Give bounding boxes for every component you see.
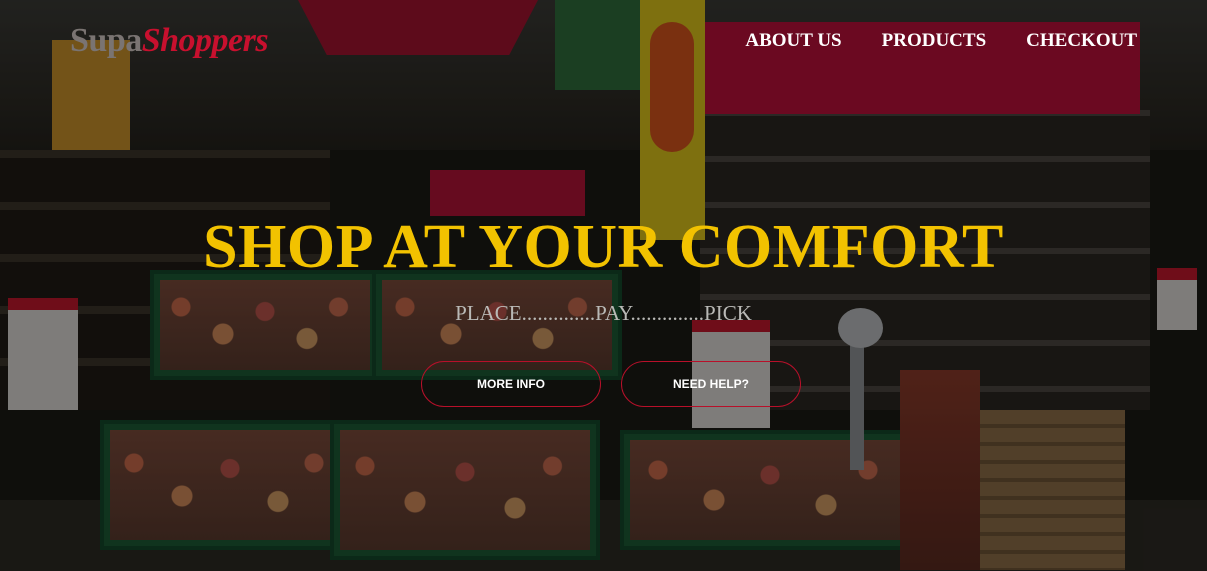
logo-text-shoppers: Shoppers [141,22,269,59]
main-nav: ABOUT US PRODUCTS CHECKOUT [745,30,1137,52]
need-help-button[interactable]: NEED HELP? [621,361,801,407]
nav-link-products[interactable]: PRODUCTS [882,30,987,52]
nav-link-about-us[interactable]: ABOUT US [745,30,841,52]
nav-link-checkout[interactable]: CHECKOUT [1026,30,1137,52]
hero-tagline: PLACE..............PAY..............PICK [455,301,752,325]
more-info-button[interactable]: MORE INFO [421,361,601,407]
logo-text-supa: Supa [70,22,142,59]
hero-title: SHOP AT YOUR COMFORT [203,213,1004,281]
site-logo[interactable]: SupaShoppers [70,22,269,60]
hero-background-image [0,0,1207,571]
